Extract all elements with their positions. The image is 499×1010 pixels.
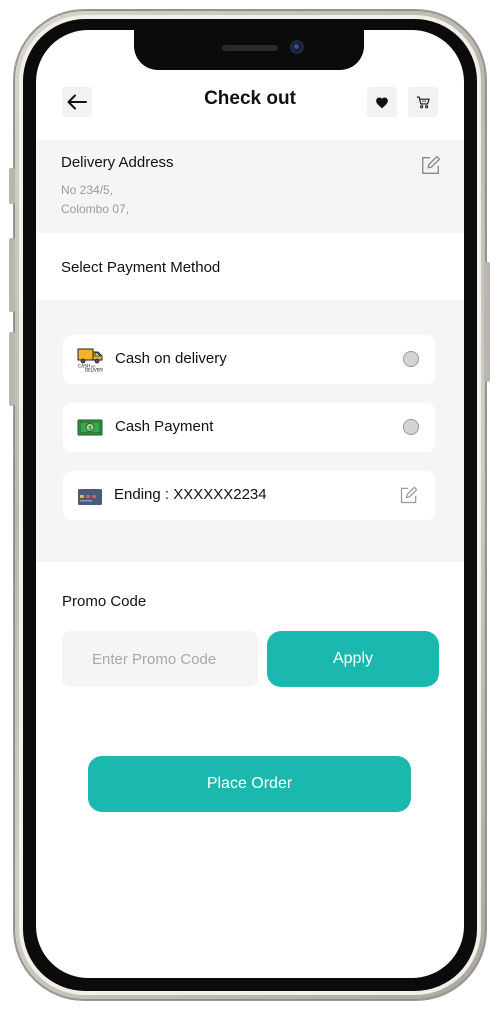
front-camera xyxy=(290,40,304,54)
svg-text:DELIVERY: DELIVERY xyxy=(85,368,103,373)
payment-option-label: Cash on delivery xyxy=(115,350,227,367)
edit-icon[interactable] xyxy=(399,485,419,505)
payment-methods-section: CASH on DELIVERY Cash on delivery $ Cash… xyxy=(36,300,464,562)
delivery-truck-icon: CASH on DELIVERY xyxy=(77,348,103,373)
volume-up-button xyxy=(9,238,15,312)
apply-button[interactable]: Apply xyxy=(267,631,439,687)
speaker-grille xyxy=(222,45,278,51)
power-button xyxy=(484,262,490,382)
cart-icon xyxy=(416,96,430,109)
edit-icon[interactable] xyxy=(420,154,442,176)
svg-text:$: $ xyxy=(88,425,92,432)
radio-button[interactable] xyxy=(403,419,419,435)
promo-code-title: Promo Code xyxy=(62,593,147,610)
page-title: Check out xyxy=(204,88,296,109)
promo-code-input[interactable] xyxy=(62,631,258,687)
mute-switch xyxy=(9,168,15,204)
address-line-2: Colombo 07, xyxy=(61,202,130,216)
payment-option-label: Cash Payment xyxy=(115,418,214,435)
heart-icon xyxy=(376,97,388,108)
delivery-address-section: Delivery Address No 234/5, Colombo 07, xyxy=(36,140,464,233)
payment-method-title: Select Payment Method xyxy=(61,259,221,276)
cart-button[interactable] xyxy=(408,87,438,117)
radio-button[interactable] xyxy=(403,351,419,367)
credit-card-icon xyxy=(78,489,102,505)
volume-down-button xyxy=(9,332,15,406)
app-screen: Check out Delivery Address No 234/5, Col… xyxy=(36,30,464,978)
cash-icon: $ xyxy=(77,419,103,436)
payment-option-saved-card[interactable]: Ending : XXXXXX2234 xyxy=(63,471,435,520)
payment-option-cash-payment[interactable]: $ Cash Payment xyxy=(63,403,435,452)
payment-option-cash-on-delivery[interactable]: CASH on DELIVERY Cash on delivery xyxy=(63,335,435,384)
favorite-button[interactable] xyxy=(367,87,397,117)
place-order-button[interactable]: Place Order xyxy=(88,756,411,812)
address-line-1: No 234/5, xyxy=(61,183,114,197)
delivery-address-title: Delivery Address xyxy=(61,154,174,171)
payment-option-label: Ending : XXXXXX2234 xyxy=(114,486,267,503)
notch xyxy=(134,30,364,70)
